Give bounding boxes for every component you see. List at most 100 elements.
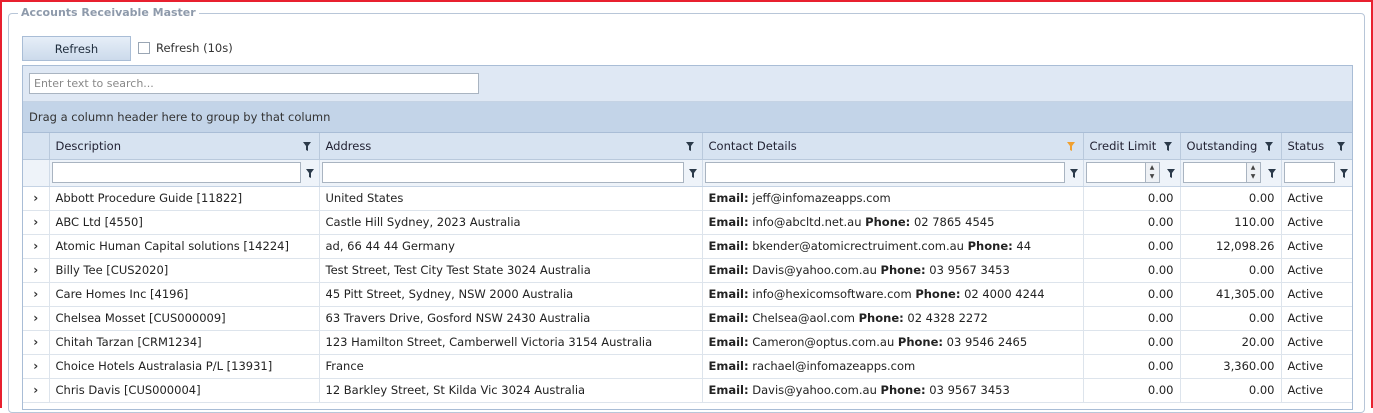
chevron-right-icon[interactable]: ›: [33, 239, 38, 253]
cell-outstanding: 12,098.26: [1180, 234, 1282, 259]
search-panel: Enter text to search...: [23, 66, 1352, 102]
chevron-right-icon[interactable]: ›: [33, 335, 38, 349]
cell-description: Atomic Human Capital solutions [14224]: [49, 234, 320, 259]
column-header-description[interactable]: Description: [49, 133, 320, 160]
table-row[interactable]: › Chitah Tarzan [CRM1234] 123 Hamilton Str…: [23, 330, 1352, 355]
column-header-status[interactable]: Status: [1281, 133, 1352, 160]
funnel-icon[interactable]: [1339, 168, 1348, 178]
phone-value: 03 9546 2465: [946, 335, 1028, 349]
cell-contact-details: Email: Davis@yahoo.com.au Phone: 03 9567…: [702, 378, 1084, 403]
expand-row-button[interactable]: ›: [23, 210, 50, 235]
column-header-contact-details[interactable]: Contact Details: [702, 133, 1084, 160]
chevron-right-icon[interactable]: ›: [33, 263, 38, 277]
column-header-label: Address: [325, 138, 372, 153]
chevron-right-icon[interactable]: ›: [33, 191, 38, 205]
phone-label: Phone:: [880, 383, 926, 397]
expand-row-button[interactable]: ›: [23, 282, 50, 307]
chevron-right-icon[interactable]: ›: [33, 311, 38, 325]
table-row[interactable]: › Atomic Human Capital solutions [14224] a…: [23, 234, 1352, 259]
funnel-icon[interactable]: [1336, 142, 1345, 151]
funnel-icon[interactable]: [305, 168, 314, 178]
funnel-icon[interactable]: [1264, 142, 1273, 151]
funnel-icon[interactable]: [1163, 142, 1172, 151]
phone-value: 02 7865 4545: [913, 215, 995, 229]
cell-outstanding: 110.00: [1180, 210, 1282, 235]
table-row[interactable]: › ABC Ltd [4550] Castle Hill Sydney, 2023 …: [23, 210, 1352, 235]
chevron-right-icon[interactable]: ›: [33, 287, 38, 301]
email-label: Email:: [708, 335, 749, 349]
expand-row-button[interactable]: ›: [23, 258, 50, 283]
expand-row-button[interactable]: ›: [23, 330, 50, 355]
email-value: rachael@infomazeapps.com: [752, 359, 916, 373]
table-row[interactable]: › Chelsea Mosset [CUS000009] 63 Travers Dr…: [23, 306, 1352, 331]
table-row[interactable]: › Chris Davis [CUS000004] 12 Barkley Stree…: [23, 378, 1352, 403]
funnel-icon[interactable]: [1166, 168, 1175, 178]
column-header-credit-limit[interactable]: Credit Limit: [1083, 133, 1181, 160]
column-header-label: Description: [55, 138, 122, 153]
filter-cell-description: [49, 159, 320, 187]
email-label: Email:: [708, 383, 749, 397]
column-header-label: Contact Details: [708, 138, 797, 153]
filter-cell-empty: [23, 159, 50, 187]
cell-outstanding: 0.00: [1180, 378, 1282, 403]
email-value: info@abcltd.net.au: [752, 215, 862, 229]
expand-row-button[interactable]: ›: [23, 378, 50, 403]
filter-input-address[interactable]: [321, 162, 684, 183]
cell-contact-details: Email: bkender@atomicrectruiment.com.au …: [702, 234, 1084, 259]
chevron-right-icon[interactable]: ›: [33, 359, 38, 373]
cell-address: 123 Hamilton Street, Camberwell Victoria…: [319, 330, 703, 355]
cell-status: Active: [1281, 282, 1352, 307]
cell-outstanding: 3,360.00: [1180, 354, 1282, 379]
cell-credit-limit: 0.00: [1083, 234, 1181, 259]
filter-input-status[interactable]: [1283, 162, 1335, 183]
funnel-icon[interactable]: [688, 168, 697, 178]
column-header-outstanding[interactable]: Outstanding: [1180, 133, 1282, 160]
auto-refresh-checkbox[interactable]: [138, 42, 150, 54]
spin-updown-icon[interactable]: ▲ ▼: [1245, 163, 1260, 182]
chevron-right-icon[interactable]: ›: [33, 383, 38, 397]
expand-row-button[interactable]: ›: [23, 234, 50, 259]
table-row[interactable]: › Care Homes Inc [4196] 45 Pitt Street, Sy…: [23, 282, 1352, 307]
cell-address: France: [319, 354, 703, 379]
email-label: Email:: [708, 215, 749, 229]
expand-row-button[interactable]: ›: [23, 354, 50, 379]
table-row[interactable]: › Choice Hotels Australasia P/L [13931] Fr…: [23, 354, 1352, 379]
cell-outstanding: 20.00: [1180, 330, 1282, 355]
expand-row-button[interactable]: ›: [23, 186, 50, 211]
email-label: Email:: [708, 239, 749, 253]
filter-input-credit-limit[interactable]: ▲ ▼: [1085, 162, 1160, 183]
filter-input-outstanding[interactable]: ▲ ▼: [1182, 162, 1261, 183]
auto-refresh-toggle[interactable]: Refresh (10s): [138, 41, 233, 55]
cell-address: 63 Travers Drive, Gosford NSW 2430 Austr…: [319, 306, 703, 331]
email-value: Cameron@optus.com.au: [752, 335, 895, 349]
table-row[interactable]: › Abbott Procedure Guide [11822] United St…: [23, 186, 1352, 211]
funnel-icon[interactable]: [1066, 142, 1075, 151]
email-label: Email:: [708, 287, 749, 301]
funnel-icon[interactable]: [1267, 168, 1276, 178]
funnel-icon[interactable]: [302, 142, 311, 151]
spin-updown-icon[interactable]: ▲ ▼: [1144, 163, 1159, 182]
group-panel[interactable]: Drag a column header here to group by th…: [23, 102, 1352, 133]
funnel-icon[interactable]: [685, 142, 694, 151]
cell-address: Castle Hill Sydney, 2023 Australia: [319, 210, 703, 235]
refresh-button[interactable]: Refresh: [22, 36, 131, 61]
expand-row-button[interactable]: ›: [23, 306, 50, 331]
cell-credit-limit: 0.00: [1083, 354, 1181, 379]
cell-address: 45 Pitt Street, Sydney, NSW 2000 Austral…: [319, 282, 703, 307]
cell-contact-details: Email: jeff@infomazeapps.com: [702, 186, 1084, 211]
funnel-icon[interactable]: [1069, 168, 1078, 178]
filter-input-contact-details[interactable]: [704, 162, 1065, 183]
table-row[interactable]: › Billy Tee [CUS2020] Test Street, Test Ci…: [23, 258, 1352, 283]
column-header-address[interactable]: Address: [319, 133, 703, 160]
email-value: bkender@atomicrectruiment.com.au: [752, 239, 964, 253]
cell-description: ABC Ltd [4550]: [49, 210, 320, 235]
filter-input-description[interactable]: [51, 162, 301, 183]
cell-credit-limit: 0.00: [1083, 378, 1181, 403]
filter-cell-address: [319, 159, 703, 187]
cell-description: Chelsea Mosset [CUS000009]: [49, 306, 320, 331]
chevron-right-icon[interactable]: ›: [33, 215, 38, 229]
search-input[interactable]: Enter text to search...: [29, 73, 479, 94]
phone-label: Phone:: [897, 335, 944, 349]
expand-column-header: [23, 133, 50, 160]
filter-cell-outstanding: ▲ ▼: [1180, 159, 1282, 187]
